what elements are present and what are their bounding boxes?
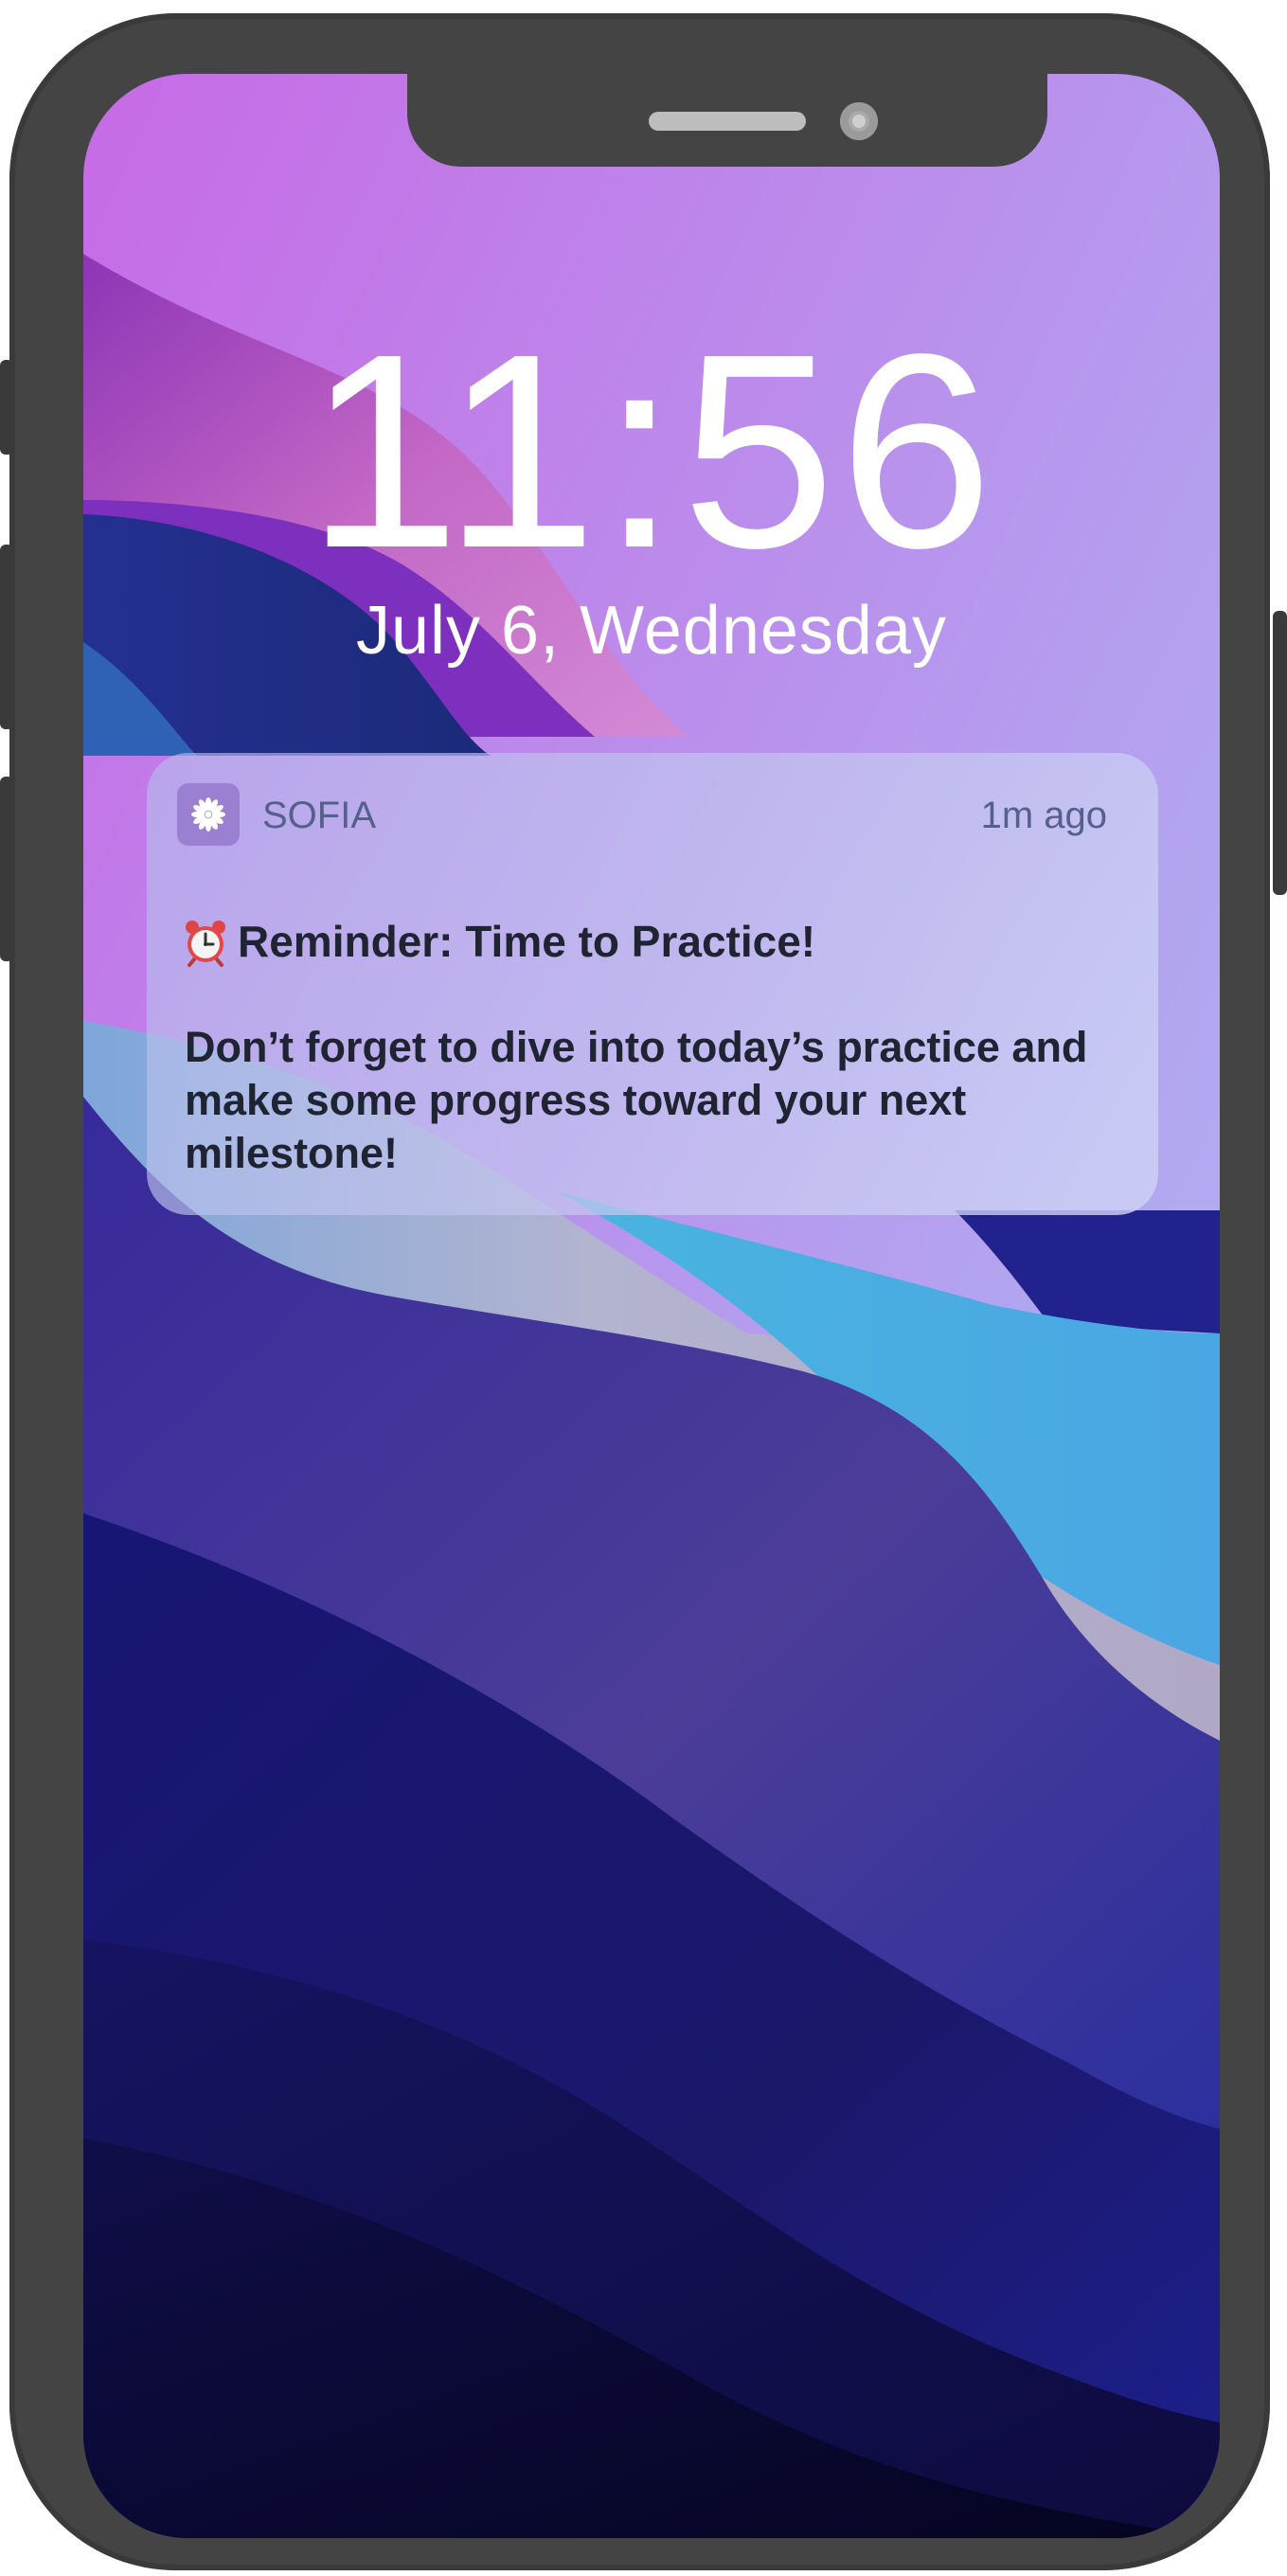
- lock-screen-time: 11:56: [306, 296, 997, 605]
- alarm-clock-icon: [186, 921, 225, 967]
- notification-card[interactable]: SOFIA 1m ago Reminder: Time to Practice!…: [147, 753, 1158, 1215]
- flower-icon: [177, 783, 240, 846]
- power-button: [1273, 611, 1287, 895]
- front-camera: [840, 102, 878, 140]
- notification-timestamp: 1m ago: [980, 795, 1107, 836]
- lock-screen: 11:56 July 6, Wednesday SOFIA 1m ago Rem…: [83, 74, 1220, 2538]
- notification-app-name: SOFIA: [262, 795, 377, 836]
- notification-body: Don’t forget to dive into today’s practi…: [185, 1023, 1088, 1177]
- notification-title: Reminder: Time to Practice!: [238, 917, 816, 967]
- notch: [407, 74, 1047, 167]
- phone-frame: 11:56 July 6, Wednesday SOFIA 1m ago Rem…: [9, 13, 1270, 2570]
- lock-screen-date: July 6, Wednesday: [355, 593, 947, 669]
- speaker-grille: [649, 112, 806, 131]
- notification-title-row: Reminder: Time to Practice!: [181, 914, 815, 971]
